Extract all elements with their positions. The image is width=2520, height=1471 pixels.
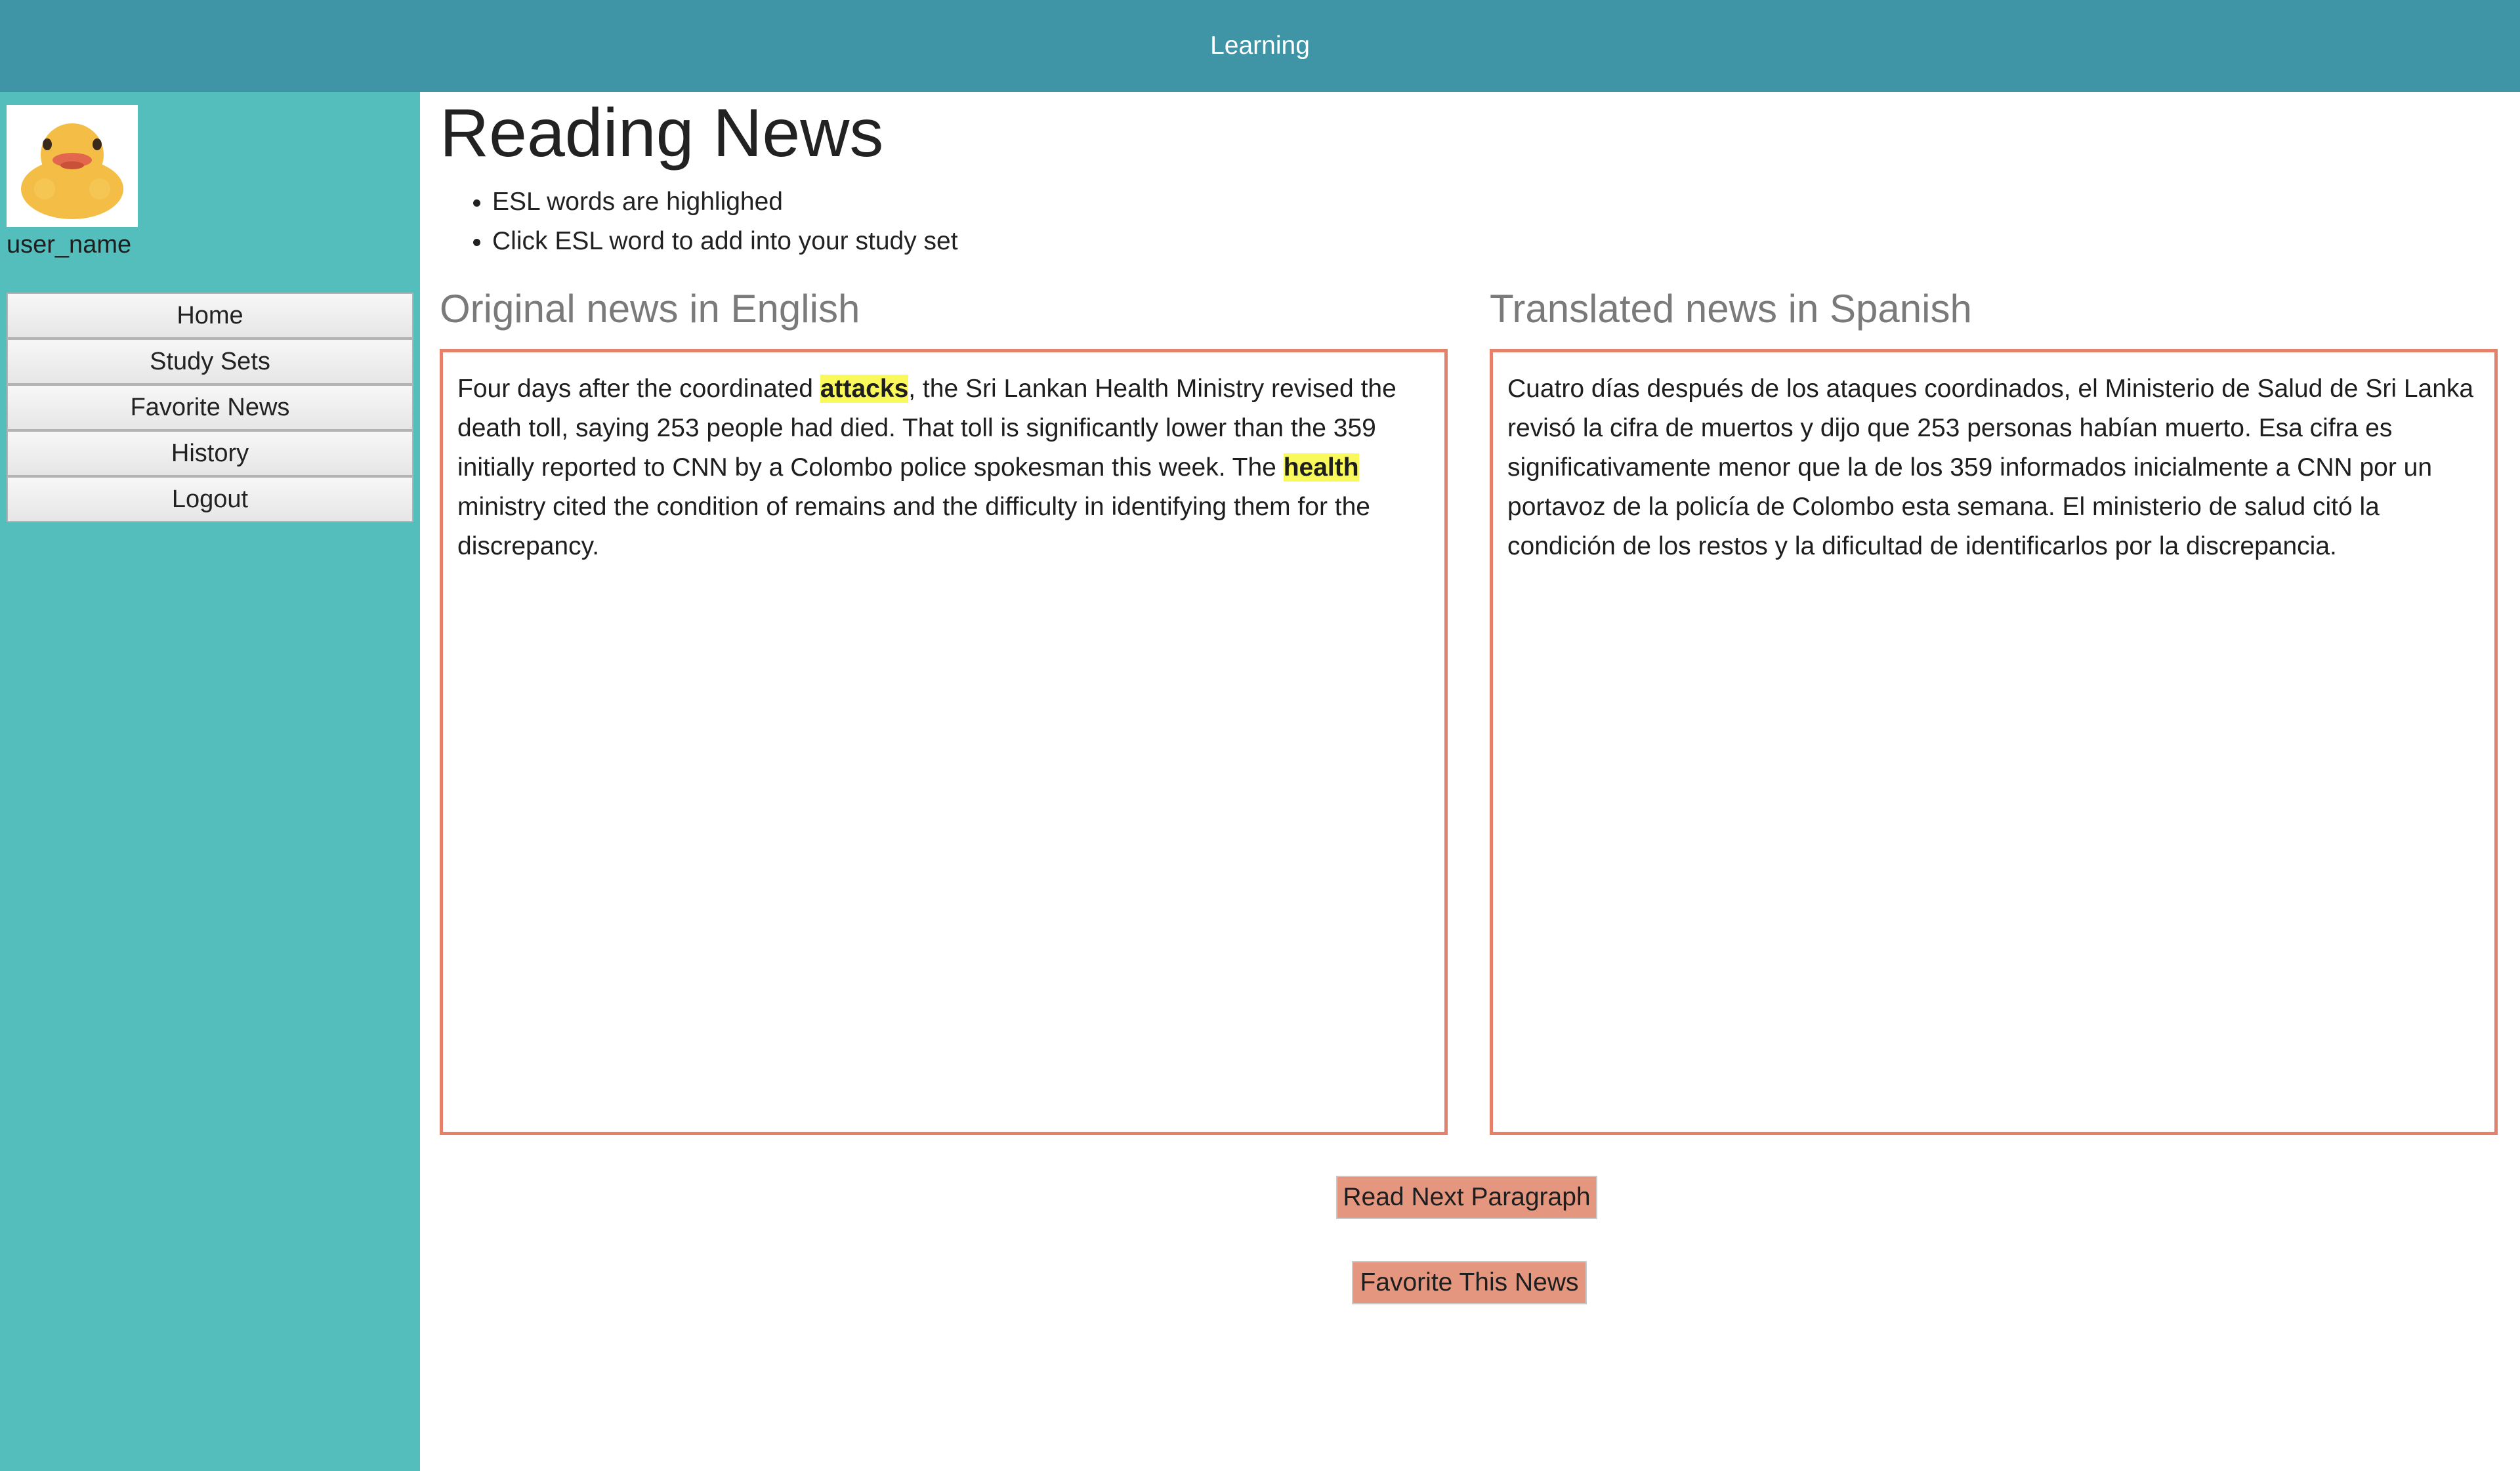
rubber-duck-icon — [21, 123, 123, 219]
sidebar-nav: Home Study Sets Favorite News History Lo… — [7, 293, 413, 522]
nav-history[interactable]: History — [7, 430, 413, 476]
username: user_name — [7, 231, 132, 259]
translated-news-text: Cuatro días después de los ataques coord… — [1507, 375, 2474, 560]
news-text-segment: Four days after the coordinated — [457, 375, 820, 403]
favorite-news-button[interactable]: Favorite This News — [1352, 1261, 1587, 1304]
news-text-segment: ministry cited the condition of remains … — [457, 493, 1370, 560]
nav-home[interactable]: Home — [7, 293, 413, 339]
sidebar: user_name Home Study Sets Favorite News … — [0, 92, 420, 1471]
top-bar: Learning — [0, 0, 2520, 92]
esl-word-health[interactable]: health — [1283, 453, 1359, 482]
original-news-text: Four days after the coordinated attacks,… — [457, 369, 1430, 566]
original-news-heading: Original news in English — [440, 287, 860, 331]
avatar — [7, 105, 138, 227]
nav-logout[interactable]: Logout — [7, 476, 413, 522]
original-news-box: Four days after the coordinated attacks,… — [440, 349, 1448, 1135]
esl-word-attacks[interactable]: attacks — [820, 375, 909, 403]
app-title: Learning — [1210, 31, 1310, 60]
translated-news-box: Cuatro días después de los ataques coord… — [1490, 349, 2498, 1135]
translated-news-heading: Translated news in Spanish — [1490, 287, 1972, 331]
page-title: Reading News — [440, 95, 884, 171]
nav-study-sets[interactable]: Study Sets — [7, 339, 413, 384]
instruction-item: Click ESL word to add into your study se… — [492, 222, 958, 261]
nav-favorite-news[interactable]: Favorite News — [7, 384, 413, 430]
instructions-list: ESL words are highlighed Click ESL word … — [440, 182, 958, 261]
read-next-paragraph-button[interactable]: Read Next Paragraph — [1336, 1176, 1597, 1219]
instruction-item: ESL words are highlighed — [492, 182, 958, 222]
